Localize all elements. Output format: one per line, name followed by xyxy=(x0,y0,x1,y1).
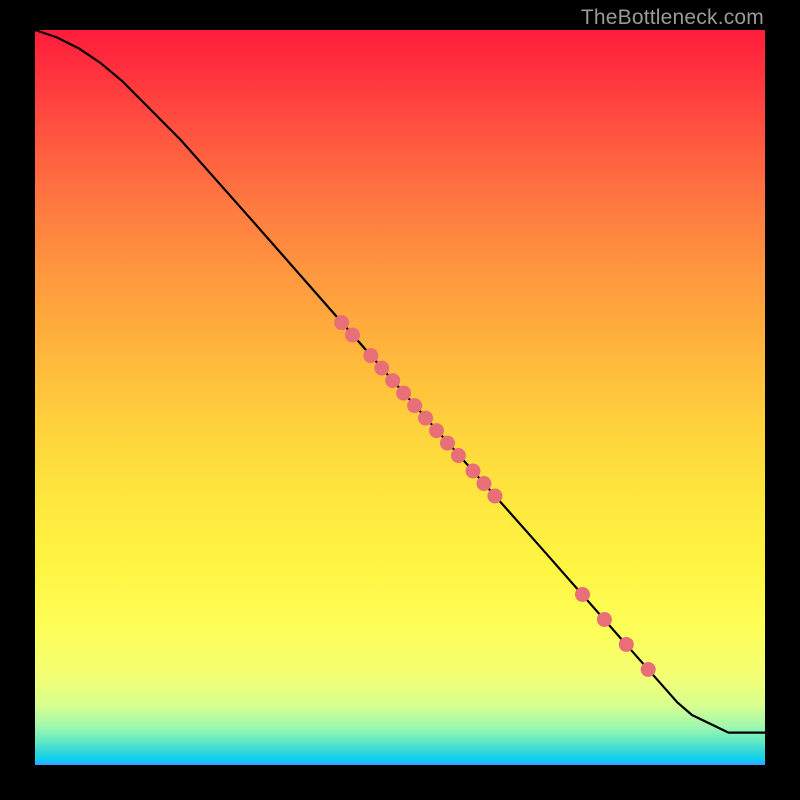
data-marker xyxy=(641,662,656,677)
data-marker xyxy=(407,398,422,413)
data-marker xyxy=(334,315,349,330)
chart-markers xyxy=(334,315,656,677)
data-marker xyxy=(385,373,400,388)
data-marker xyxy=(476,476,491,491)
watermark-text: TheBottleneck.com xyxy=(581,6,764,30)
data-marker xyxy=(440,436,455,451)
data-marker xyxy=(396,386,411,401)
data-marker xyxy=(345,328,360,343)
data-marker xyxy=(374,361,389,376)
data-marker xyxy=(487,488,502,503)
data-marker xyxy=(597,612,612,627)
data-marker xyxy=(619,637,634,652)
data-marker xyxy=(466,464,481,479)
data-marker xyxy=(575,587,590,602)
data-marker xyxy=(451,448,466,463)
data-marker xyxy=(429,423,444,438)
data-marker xyxy=(363,348,378,363)
chart-overlay xyxy=(35,30,765,765)
data-marker xyxy=(418,411,433,426)
